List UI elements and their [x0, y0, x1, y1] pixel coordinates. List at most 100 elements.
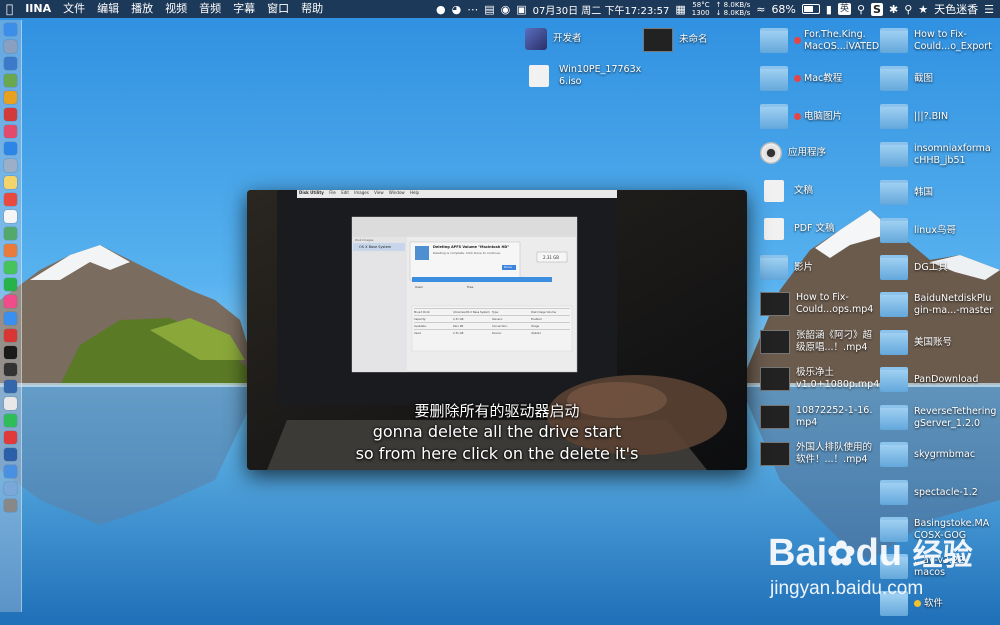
- safari-icon[interactable]: [4, 57, 17, 70]
- console-icon[interactable]: [4, 363, 17, 376]
- network-speed[interactable]: ↑ 8.0KB/s ↓ 8.0KB/s: [716, 1, 751, 17]
- notes-icon[interactable]: [4, 176, 17, 189]
- grid-icon[interactable]: ▦: [675, 3, 685, 16]
- desktop-item[interactable]: How to Fix- Could...o_Export: [880, 28, 992, 53]
- preview-icon[interactable]: [4, 159, 17, 172]
- desktop-item[interactable]: 美国账号: [880, 330, 952, 355]
- timer-icon[interactable]: ◕: [452, 3, 462, 16]
- desktop-item[interactable]: 影片: [760, 255, 813, 280]
- qq-music-icon[interactable]: [4, 448, 17, 461]
- trash-icon[interactable]: [4, 499, 17, 512]
- messages-icon[interactable]: [4, 261, 17, 274]
- desktop-item[interactable]: 10872252-1-16. mp4: [760, 405, 872, 429]
- qq-icon[interactable]: ●: [436, 3, 446, 16]
- s-app-icon[interactable]: S: [871, 2, 883, 16]
- desktop-item[interactable]: 张韶涵《阿刁》超 级原唱...！.mp4: [760, 330, 872, 354]
- desktop-item[interactable]: BaiduNetdiskPlu gin-ma...-master: [880, 292, 993, 317]
- video-info-row: Mount Point: /Volumes/OS X Base System Typ…: [414, 308, 570, 315]
- datetime[interactable]: 07月30日 周二 下午17:23:57: [533, 2, 670, 17]
- desktop-item[interactable]: spectacle-1.2: [880, 480, 978, 505]
- desktop-item[interactable]: DG工具: [880, 255, 948, 280]
- menu-audio[interactable]: 音频: [193, 0, 227, 18]
- downloads-icon[interactable]: [4, 465, 17, 478]
- desktop-item[interactable]: 外国人排队使用的 软件！...！.mp4: [760, 442, 872, 466]
- menu-help[interactable]: 帮助: [295, 0, 329, 18]
- video-dialog-button: Done: [504, 265, 512, 269]
- weibo-icon[interactable]: [4, 431, 17, 444]
- desktop-item[interactable]: Win10PE_17763x 6.iso: [525, 64, 641, 88]
- spotlight-icon[interactable]: ⚲: [904, 3, 912, 16]
- desktop-item-text: PDF 文稿: [794, 223, 835, 234]
- user-name[interactable]: 天色迷香: [934, 1, 978, 17]
- control-center-icon[interactable]: ☰: [984, 3, 994, 16]
- dock: [0, 20, 22, 612]
- desktop-item[interactable]: 文稿: [760, 180, 813, 202]
- calendar-icon[interactable]: ▣: [516, 3, 526, 16]
- vpn-icon[interactable]: [4, 380, 17, 393]
- bluetooth-icon[interactable]: ✱: [889, 3, 898, 16]
- magnifier-icon[interactable]: ⚲: [857, 3, 865, 16]
- video-player-window[interactable]: Disk Utility File Edit Images View Windo…: [247, 190, 747, 470]
- desktop-item[interactable]: 电脑图片: [760, 104, 842, 129]
- red-app-icon[interactable]: [4, 108, 17, 121]
- vivaldi-icon[interactable]: [4, 329, 17, 342]
- desktop-item[interactable]: 未命名: [643, 28, 708, 52]
- menu-file[interactable]: 文件: [57, 0, 91, 18]
- chrome-icon[interactable]: [4, 91, 17, 104]
- maps-icon[interactable]: [4, 227, 17, 240]
- notification-icon[interactable]: ▤: [484, 3, 494, 16]
- app-store-icon[interactable]: [4, 142, 17, 155]
- desktop-item[interactable]: insomniaxforma cHHB_jb51: [880, 142, 991, 167]
- terminal-icon[interactable]: [4, 346, 17, 359]
- desktop-item[interactable]: For.The.King. MacOS...iVATED: [760, 28, 879, 53]
- desktop-item[interactable]: 韩国: [880, 180, 933, 205]
- desktop-item[interactable]: How to Fix- Could...ops.mp4: [760, 292, 873, 316]
- desktop-item[interactable]: ReverseTethering gServer_1.2.0: [880, 405, 996, 430]
- itunes-icon[interactable]: [4, 295, 17, 308]
- appstore-icon[interactable]: [4, 312, 17, 325]
- desktop-item[interactable]: skygrmbmac: [880, 442, 975, 467]
- input-method-indicator[interactable]: 英: [837, 3, 851, 15]
- wechat-2-icon[interactable]: [4, 414, 17, 427]
- menu-subtitles[interactable]: 字幕: [227, 0, 261, 18]
- desktop-item[interactable]: linux鸟哥: [880, 218, 956, 243]
- video-used-label: Used: [415, 285, 423, 289]
- desktop-item[interactable]: 开发者: [525, 28, 582, 50]
- desktop-item[interactable]: 应用程序: [760, 142, 826, 164]
- reminders-icon[interactable]: [4, 210, 17, 223]
- battery-percent[interactable]: 68%: [771, 3, 795, 16]
- apple-menu-icon[interactable]: : [0, 0, 19, 18]
- folder-icon: [880, 405, 908, 430]
- android-icon[interactable]: [4, 74, 17, 87]
- dots-icon[interactable]: ⋯: [467, 3, 478, 16]
- menu-edit[interactable]: 编辑: [91, 0, 125, 18]
- wechat-icon[interactable]: [4, 278, 17, 291]
- menu-playback[interactable]: 播放: [125, 0, 159, 18]
- desktop-item[interactable]: |||?.BIN: [880, 104, 948, 129]
- calendar-icon[interactable]: [4, 193, 17, 206]
- folder-icon[interactable]: [4, 482, 17, 495]
- menu-video[interactable]: 视频: [159, 0, 193, 18]
- star-icon[interactable]: ★: [918, 3, 928, 16]
- launchpad-icon[interactable]: [4, 40, 17, 53]
- sensor-readout[interactable]: 58°C 1300: [692, 1, 710, 17]
- globe-icon[interactable]: ◉: [501, 3, 511, 16]
- desktop-item[interactable]: 截图: [880, 66, 933, 91]
- menu-window[interactable]: 窗口: [261, 0, 295, 18]
- finder-icon[interactable]: [4, 23, 17, 36]
- app-menu[interactable]: IINA: [19, 0, 57, 18]
- photos-icon[interactable]: [4, 244, 17, 257]
- desktop-item[interactable]: 极乐净土 v1.0+1080p.mp4: [760, 367, 879, 391]
- xcode-app-icon: [525, 28, 547, 50]
- download-speed: ↓ 8.0KB/s: [715, 9, 751, 17]
- music-icon[interactable]: [4, 125, 17, 138]
- baidu-logo-bai: Bai: [768, 532, 828, 574]
- yandex-icon[interactable]: [4, 397, 17, 410]
- video-info-cell: Mount Point:: [414, 310, 431, 314]
- battery-icon[interactable]: [801, 4, 820, 14]
- desktop-item-text: ReverseTethering gServer_1.2.0: [914, 405, 997, 429]
- wifi-icon[interactable]: ≈: [756, 3, 765, 16]
- desktop-item[interactable]: PDF 文稿: [760, 218, 835, 240]
- desktop-item[interactable]: Mac教程: [760, 66, 842, 91]
- desktop-item[interactable]: PanDownload: [880, 367, 978, 392]
